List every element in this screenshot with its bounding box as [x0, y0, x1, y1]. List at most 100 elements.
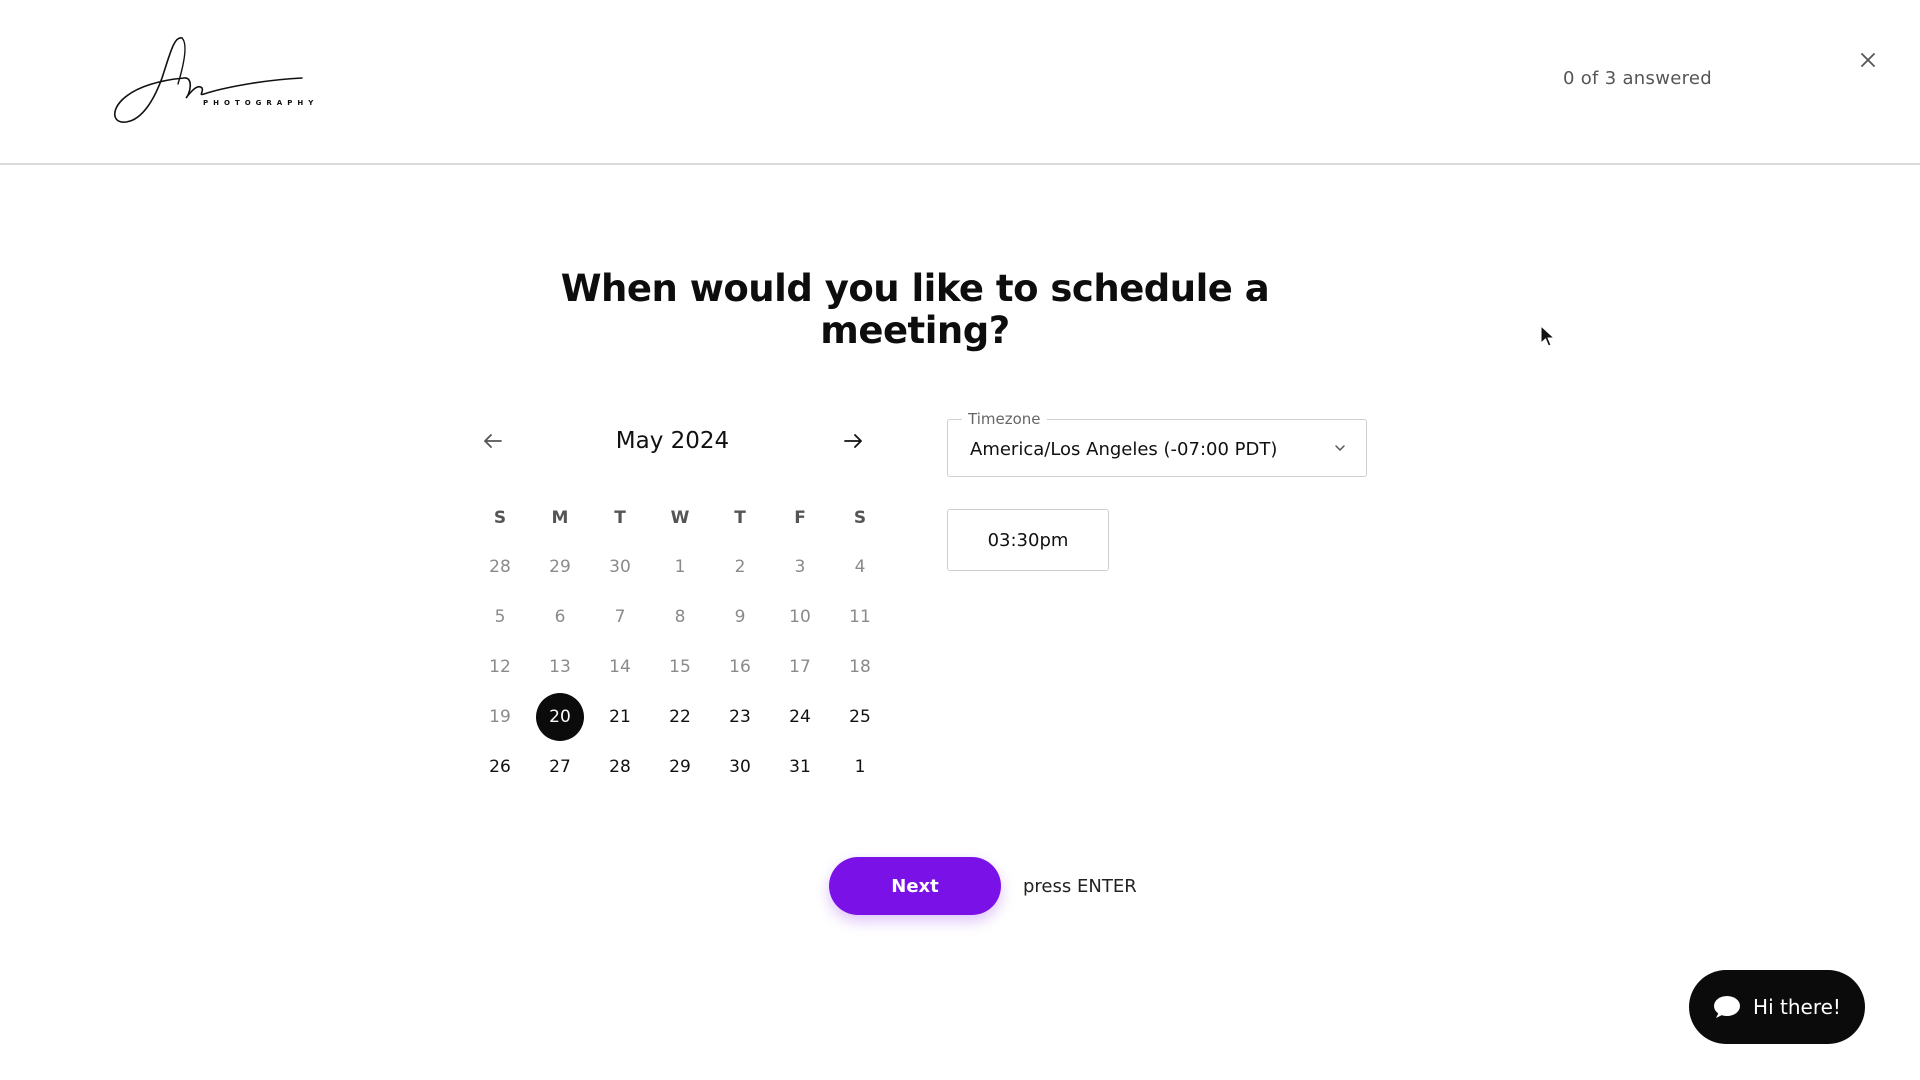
calendar-day-number: 30: [609, 557, 631, 577]
calendar-day-number: 31: [789, 757, 811, 777]
calendar-day: 29: [530, 542, 590, 592]
mouse-cursor-icon: [1540, 325, 1556, 347]
calendar-day: 2: [710, 542, 770, 592]
calendar-day[interactable]: 23: [710, 692, 770, 742]
weekday-label: S: [493, 508, 507, 528]
calendar-day-number: 14: [609, 657, 631, 677]
calendar-day-number: 8: [674, 607, 686, 627]
calendar-day-number: 20: [536, 693, 584, 741]
calendar-day-number: 18: [849, 657, 871, 677]
calendar-day-number: 17: [789, 657, 811, 677]
close-icon: [1861, 53, 1875, 67]
calendar-day[interactable]: 28: [590, 742, 650, 792]
calendar-day[interactable]: 29: [650, 742, 710, 792]
calendar-day[interactable]: 27: [530, 742, 590, 792]
calendar-day: 30: [590, 542, 650, 592]
calendar-day: 14: [590, 642, 650, 692]
time-slot-button[interactable]: 03:30pm: [947, 509, 1109, 571]
calendar-day: 6: [530, 592, 590, 642]
calendar-day[interactable]: 1: [830, 742, 890, 792]
header: PHOTOGRAPHY 0 of 3 answered: [0, 0, 1920, 165]
signature-logo-icon: [114, 37, 303, 123]
calendar-day-number: 1: [854, 757, 866, 777]
calendar-week-row: 26 27 28 29 30 31 1: [470, 742, 890, 792]
calendar-day: 18: [830, 642, 890, 692]
weekday-label: T: [734, 508, 746, 528]
calendar-day-number: 27: [549, 757, 571, 777]
calendar-day-number: 23: [729, 707, 751, 727]
calendar-day: 12: [470, 642, 530, 692]
calendar-week-row: 12 13 14 15 16 17 18: [470, 642, 890, 692]
calendar-day-number: 7: [614, 607, 626, 627]
calendar-day-number: 28: [609, 757, 631, 777]
calendar-day-number: 25: [849, 707, 871, 727]
calendar-day-number: 13: [549, 657, 571, 677]
weekday-label: S: [853, 508, 867, 528]
calendar-day-number: 4: [854, 557, 866, 577]
calendar-week-row: 19 20 21 22 23 24 25: [470, 692, 890, 742]
calendar-day[interactable]: 26: [470, 742, 530, 792]
logo-wordmark: PHOTOGRAPHY: [203, 99, 319, 107]
calendar-day-number: 6: [554, 607, 566, 627]
chat-launcher-button[interactable]: Hi there!: [1689, 970, 1865, 1044]
calendar-day-number: 30: [729, 757, 751, 777]
calendar-day-number: 11: [849, 607, 871, 627]
calendar-day: 8: [650, 592, 710, 642]
timezone-label: Timezone: [962, 410, 1047, 428]
date-picker-calendar: May 2024 SMTWTFS 28 29 30 1 2 3 4 5 6 7 8 9 10 11 12 13…: [470, 418, 890, 777]
calendar-day-number: 9: [734, 607, 746, 627]
weekday-header-row: SMTWTFS: [470, 508, 890, 528]
calendar-day[interactable]: 21: [590, 692, 650, 742]
chevron-down-icon: [1335, 445, 1345, 452]
calendar-week-row: 5 6 7 8 9 10 11: [470, 592, 890, 642]
chat-bubble-icon: [1714, 996, 1741, 1018]
calendar-day: 7: [590, 592, 650, 642]
press-enter-hint: press ENTER: [1023, 876, 1137, 897]
close-button[interactable]: [1854, 46, 1882, 74]
calendar-day-number: 29: [549, 557, 571, 577]
progress-indicator: 0 of 3 answered: [1562, 68, 1712, 89]
calendar-day: 16: [710, 642, 770, 692]
calendar-day-number: 2: [734, 557, 746, 577]
calendar-day-number: 3: [794, 557, 806, 577]
next-month-button[interactable]: [837, 425, 869, 457]
calendar-day: 1: [650, 542, 710, 592]
calendar-day: 28: [470, 542, 530, 592]
weekday-label: M: [551, 508, 569, 528]
calendar-day: 10: [770, 592, 830, 642]
weekday-label: T: [614, 508, 626, 528]
calendar-day-number: 26: [489, 757, 511, 777]
calendar-day-number: 16: [729, 657, 751, 677]
calendar-day-number: 19: [489, 707, 511, 727]
calendar-day-number: 5: [494, 607, 506, 627]
calendar-day: 9: [710, 592, 770, 642]
calendar-day[interactable]: 24: [770, 692, 830, 742]
timezone-value: America/Los Angeles (-07:00 PDT): [970, 439, 1278, 460]
calendar-day: 19: [470, 692, 530, 742]
calendar-day-number: 15: [669, 657, 691, 677]
calendar-day[interactable]: 25: [830, 692, 890, 742]
calendar-day-number: 1: [674, 557, 686, 577]
calendar-day-number: 29: [669, 757, 691, 777]
calendar-day-number: 10: [789, 607, 811, 627]
calendar-day: 11: [830, 592, 890, 642]
calendar-day: 13: [530, 642, 590, 692]
calendar-week-row: 28 29 30 1 2 3 4: [470, 542, 890, 592]
calendar-day-number: 21: [609, 707, 631, 727]
calendar-day-selected[interactable]: 20: [530, 692, 590, 742]
calendar-day: 17: [770, 642, 830, 692]
calendar-day-number: 24: [789, 707, 811, 727]
calendar-day: 4: [830, 542, 890, 592]
calendar-day-number: 28: [489, 557, 511, 577]
question-title: When would you like to schedule a meetin…: [560, 267, 1270, 352]
month-label: May 2024: [615, 428, 730, 454]
calendar-day: 15: [650, 642, 710, 692]
calendar-nav: May 2024: [470, 418, 890, 464]
calendar-day[interactable]: 30: [710, 742, 770, 792]
calendar-day: 5: [470, 592, 530, 642]
calendar-day[interactable]: 31: [770, 742, 830, 792]
next-button[interactable]: Next: [829, 857, 1001, 915]
calendar-day[interactable]: 22: [650, 692, 710, 742]
timezone-select[interactable]: Timezone America/Los Angeles (-07:00 PDT…: [947, 410, 1367, 477]
logo: [112, 34, 332, 130]
